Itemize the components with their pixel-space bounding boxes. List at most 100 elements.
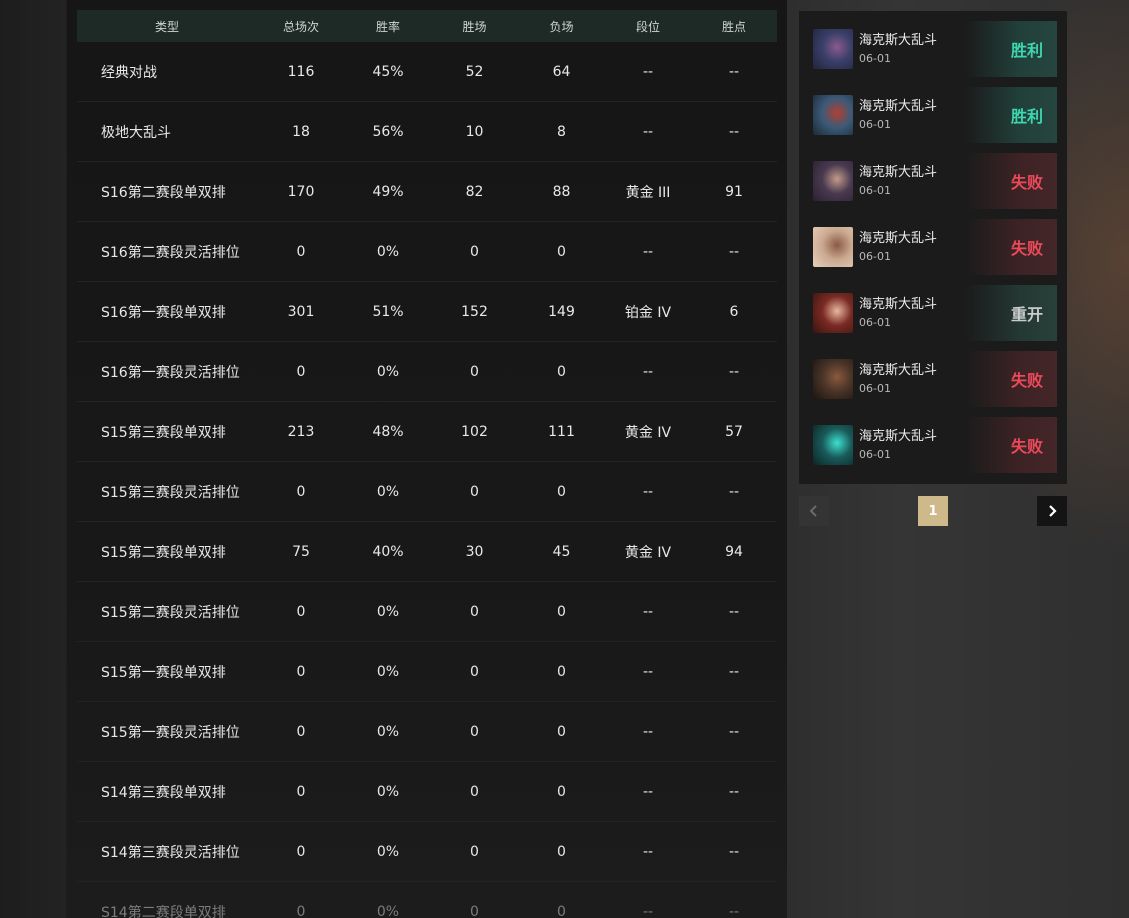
match-date: 06-01 bbox=[859, 250, 891, 263]
cell-losses: 0 bbox=[557, 483, 566, 500]
match-result-badge: 失败 bbox=[965, 153, 1057, 209]
cell-win-rate: 0% bbox=[376, 603, 400, 620]
cell-lp: -- bbox=[728, 903, 740, 918]
match-history-list: 海克斯大乱斗 06-01 胜利 海克斯大乱斗 06-01 胜利 海克斯大乱斗 06-01 失败海… bbox=[799, 11, 1067, 484]
cell-lp: -- bbox=[728, 783, 740, 800]
cell-win-rate: 0% bbox=[376, 843, 400, 860]
cell-lp: 94 bbox=[725, 543, 743, 560]
cell-lp: -- bbox=[728, 123, 740, 140]
cell-type: S16第一赛段单双排 bbox=[101, 304, 226, 321]
cell-wins: 52 bbox=[465, 63, 484, 80]
cell-win-rate: 40% bbox=[372, 543, 404, 560]
cell-wins: 102 bbox=[461, 423, 488, 440]
cell-win-rate: 48% bbox=[372, 423, 404, 440]
match-item[interactable]: 海克斯大乱斗 06-01 失败 bbox=[809, 417, 1057, 473]
cell-tier: -- bbox=[642, 243, 654, 260]
cell-tier: -- bbox=[642, 903, 654, 918]
cell-wins: 82 bbox=[465, 183, 484, 200]
stats-table-body: 经典对战 116 45% 52 64 -- -- 极地大乱斗 18 56% 10 8 -- -- S16第二… bbox=[77, 42, 777, 918]
match-mode: 海克斯大乱斗 bbox=[859, 231, 938, 246]
cell-win-rate: 0% bbox=[376, 363, 400, 380]
table-row: S15第二赛段单双排 75 40% 30 45 黄金 IV 94 bbox=[77, 522, 777, 582]
cell-total: 0 bbox=[296, 243, 306, 260]
cell-wins: 0 bbox=[470, 363, 479, 380]
cell-wins: 0 bbox=[470, 843, 479, 860]
cell-wins: 0 bbox=[470, 603, 479, 620]
cell-tier: -- bbox=[642, 483, 654, 500]
match-date: 06-01 bbox=[859, 184, 891, 197]
cell-tier: 铂金 IV bbox=[624, 304, 672, 321]
match-item[interactable]: 海克斯大乱斗 06-01 胜利 bbox=[809, 87, 1057, 143]
cell-type: S15第二赛段单双排 bbox=[101, 544, 226, 561]
cell-losses: 0 bbox=[557, 603, 566, 620]
match-date: 06-01 bbox=[859, 316, 891, 329]
cell-lp: -- bbox=[728, 843, 740, 860]
champion-avatar bbox=[813, 95, 853, 135]
cell-win-rate: 51% bbox=[372, 303, 404, 320]
cell-win-rate: 56% bbox=[372, 123, 404, 140]
match-mode: 海克斯大乱斗 bbox=[859, 99, 938, 114]
match-item[interactable]: 海克斯大乱斗 06-01 失败 bbox=[809, 153, 1057, 209]
table-row: S16第一赛段灵活排位 0 0% 0 0 -- -- bbox=[77, 342, 777, 402]
champion-avatar bbox=[813, 425, 853, 465]
match-result-badge: 失败 bbox=[965, 417, 1057, 473]
table-row: S16第二赛段单双排 170 49% 82 88 黄金 III 91 bbox=[77, 162, 777, 222]
cell-losses: 88 bbox=[552, 183, 571, 200]
cell-losses: 149 bbox=[548, 303, 575, 320]
match-date: 06-01 bbox=[859, 52, 891, 65]
stats-table: 类型 总场次 胜率 胜场 负场 段位 胜点 经典对战 116 45% 52 64 -- --… bbox=[67, 0, 787, 918]
cell-losses: 0 bbox=[557, 363, 566, 380]
match-item[interactable]: 海克斯大乱斗 06-01 失败 bbox=[809, 219, 1057, 275]
cell-wins: 0 bbox=[470, 723, 479, 740]
cell-total: 116 bbox=[287, 63, 315, 80]
cell-tier: -- bbox=[642, 843, 654, 860]
header-losses: 负场 bbox=[549, 19, 574, 34]
cell-tier: -- bbox=[642, 723, 654, 740]
match-date: 06-01 bbox=[859, 382, 891, 395]
table-row: S15第三赛段灵活排位 0 0% 0 0 -- -- bbox=[77, 462, 777, 522]
cell-losses: 8 bbox=[557, 123, 566, 140]
cell-win-rate: 0% bbox=[376, 783, 400, 800]
cell-win-rate: 0% bbox=[376, 243, 400, 260]
cell-total: 213 bbox=[287, 423, 315, 440]
prev-page-button[interactable] bbox=[799, 496, 829, 526]
match-result-badge: 重开 bbox=[965, 285, 1057, 341]
cell-wins: 30 bbox=[465, 543, 484, 560]
cell-total: 0 bbox=[296, 663, 306, 680]
match-item[interactable]: 海克斯大乱斗 06-01 重开 bbox=[809, 285, 1057, 341]
cell-total: 18 bbox=[292, 123, 310, 140]
match-result-badge: 胜利 bbox=[965, 21, 1057, 77]
cell-losses: 0 bbox=[557, 783, 566, 800]
cell-lp: -- bbox=[728, 363, 740, 380]
cell-total: 0 bbox=[296, 483, 306, 500]
match-mode: 海克斯大乱斗 bbox=[859, 165, 938, 180]
cell-tier: 黄金 IV bbox=[624, 544, 672, 561]
cell-wins: 152 bbox=[461, 303, 488, 320]
match-mode: 海克斯大乱斗 bbox=[859, 297, 938, 312]
cell-losses: 45 bbox=[552, 543, 571, 560]
table-row: S15第一赛段单双排 0 0% 0 0 -- -- bbox=[77, 642, 777, 702]
cell-tier: 黄金 IV bbox=[624, 424, 672, 441]
next-page-button[interactable] bbox=[1037, 496, 1067, 526]
cell-total: 170 bbox=[287, 183, 315, 200]
cell-win-rate: 0% bbox=[376, 663, 400, 680]
match-date: 06-01 bbox=[859, 118, 891, 131]
cell-lp: 6 bbox=[729, 303, 739, 320]
cell-tier: -- bbox=[642, 783, 654, 800]
cell-total: 0 bbox=[296, 363, 306, 380]
cell-losses: 0 bbox=[557, 723, 566, 740]
cell-type: S16第二赛段灵活排位 bbox=[101, 244, 240, 261]
cell-losses: 64 bbox=[552, 63, 571, 80]
cell-losses: 0 bbox=[557, 843, 566, 860]
chevron-right-icon bbox=[1049, 505, 1057, 517]
cell-total: 0 bbox=[296, 783, 306, 800]
cell-win-rate: 0% bbox=[376, 903, 400, 918]
cell-wins: 0 bbox=[470, 483, 479, 500]
table-row: S15第一赛段灵活排位 0 0% 0 0 -- -- bbox=[77, 702, 777, 762]
header-total: 总场次 bbox=[282, 19, 319, 34]
match-item[interactable]: 海克斯大乱斗 06-01 失败 bbox=[809, 351, 1057, 407]
page-number-current[interactable]: 1 bbox=[918, 496, 948, 526]
cell-wins: 0 bbox=[470, 903, 479, 918]
match-item[interactable]: 海克斯大乱斗 06-01 胜利 bbox=[809, 21, 1057, 77]
cell-tier: -- bbox=[642, 63, 654, 80]
